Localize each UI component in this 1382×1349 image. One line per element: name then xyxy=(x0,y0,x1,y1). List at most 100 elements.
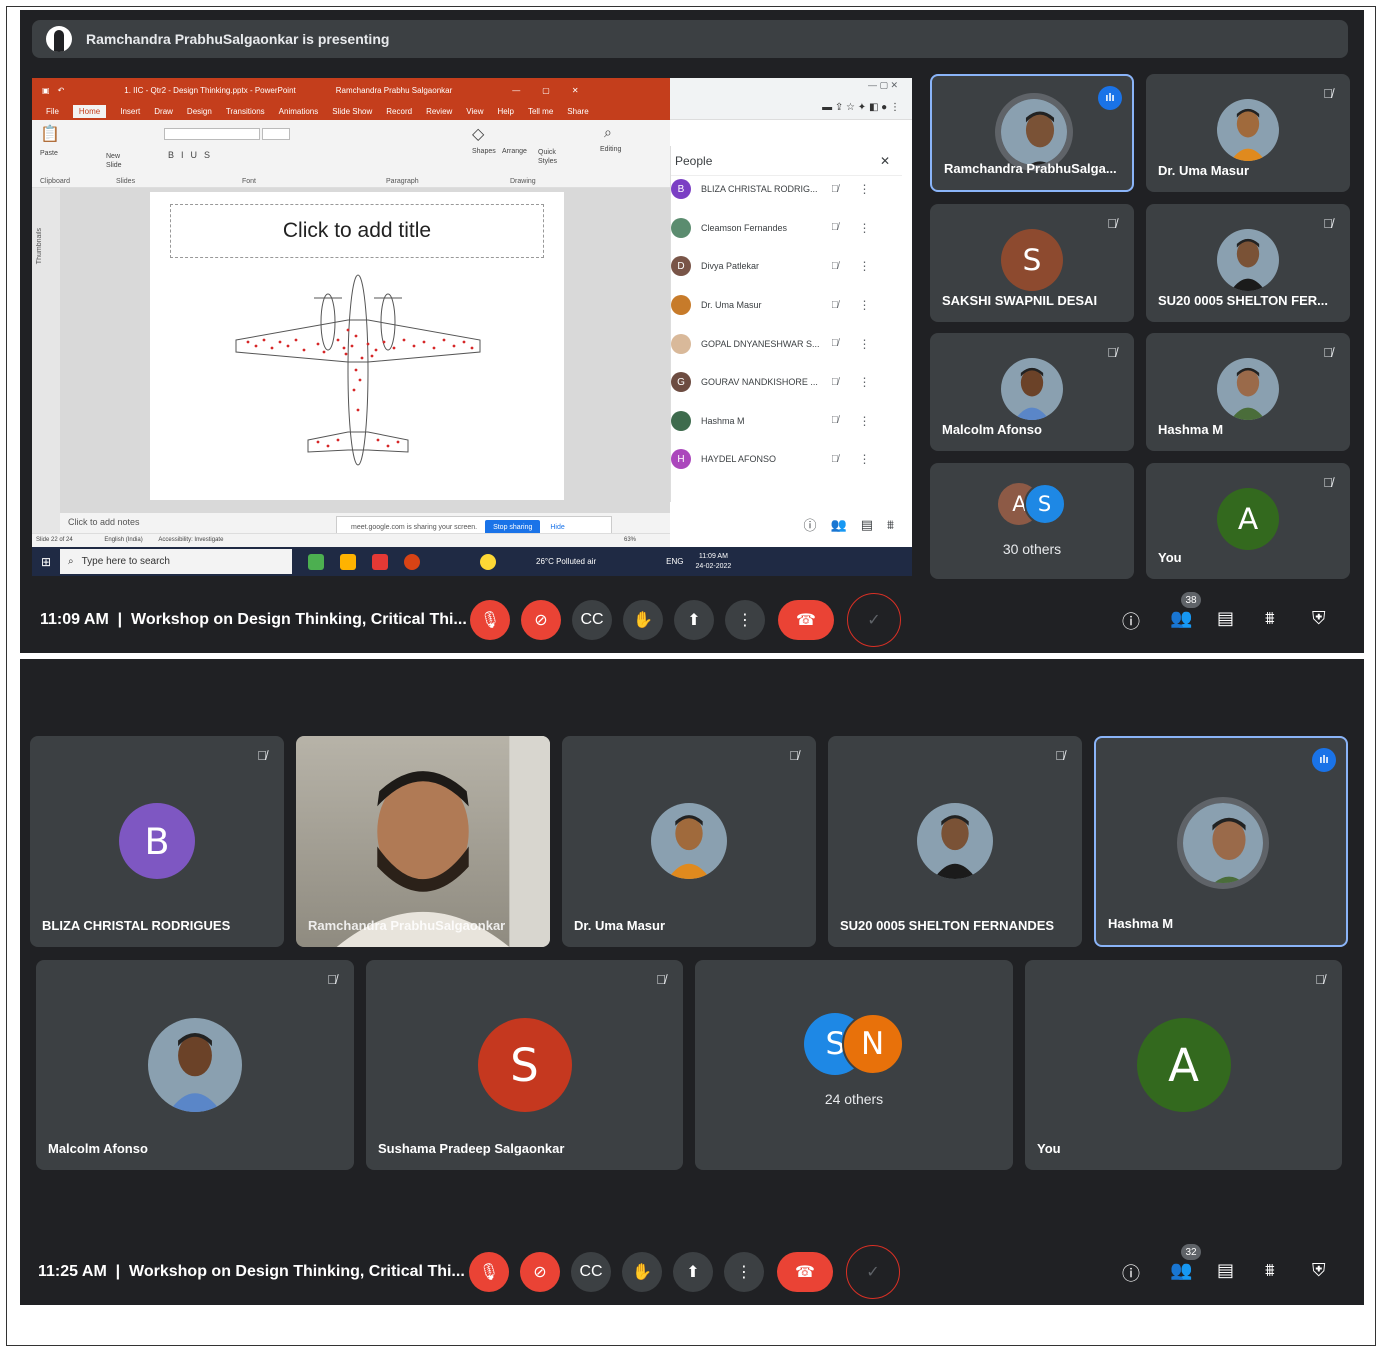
info-icon[interactable]: ⓘ xyxy=(804,515,817,534)
info-icon[interactable]: ⓘ xyxy=(1122,608,1140,634)
weather-widget[interactable]: 26°C Polluted air xyxy=(536,557,596,566)
find-icon[interactable]: ⌕ xyxy=(604,124,612,141)
more-options-icon[interactable]: ⋮ xyxy=(859,182,871,196)
participant-row[interactable]: GOPAL DNYANESHWAR S... 🎙̸ ⋮ xyxy=(671,324,902,363)
participant-tile[interactable]: Ramchandra PrabhuSalga... ılı xyxy=(930,74,1134,192)
minimize-icon[interactable]: — xyxy=(512,86,520,95)
activities-icon[interactable]: ⩩ xyxy=(1265,608,1275,629)
shapes-icon[interactable]: ◇ xyxy=(472,124,484,144)
new-slide-label[interactable]: New Slide xyxy=(106,152,130,170)
menu-slideshow[interactable]: Slide Show xyxy=(332,107,372,116)
present-icon[interactable]: ⬆ xyxy=(674,600,714,640)
slide[interactable]: Click to add title xyxy=(150,192,564,500)
camera-off-icon[interactable]: ⊘ xyxy=(520,1252,560,1292)
help-app-icon[interactable] xyxy=(480,553,496,570)
accessibility-status[interactable]: Accessibility: Investigate xyxy=(158,537,223,543)
chat-icon[interactable]: ▤ xyxy=(1217,608,1234,629)
participant-tile[interactable]: S Sushama Pradeep Salgaonkar 🎙̸ xyxy=(366,960,683,1170)
participant-tile[interactable]: A S 30 others xyxy=(930,463,1134,579)
menu-share[interactable]: Share xyxy=(567,107,588,116)
menu-record[interactable]: Record xyxy=(386,107,412,116)
close-people-icon[interactable]: ✕ xyxy=(880,154,890,168)
participant-row[interactable]: Cleamson Fernandes 🎙̸ ⋮ xyxy=(671,209,902,248)
powerpoint-app-icon[interactable] xyxy=(404,553,420,570)
chrome-app-icon[interactable] xyxy=(308,553,324,570)
mic-off-icon[interactable]: 🎙 xyxy=(469,1252,509,1292)
participant-tile[interactable]: B BLIZA CHRISTAL RODRIGUES 🎙̸ xyxy=(30,736,284,947)
font-name-box[interactable] xyxy=(164,128,260,140)
participant-tile[interactable]: S SAKSHI SWAPNIL DESAI 🎙̸ xyxy=(930,204,1134,322)
camera-off-icon[interactable]: ⊘ xyxy=(521,600,561,640)
menu-transitions[interactable]: Transitions xyxy=(226,107,265,116)
taskbar-clock[interactable]: 11:09 AM 24-02-2022 xyxy=(695,552,731,572)
menu-insert[interactable]: Insert xyxy=(120,107,140,116)
thumbnail-pane[interactable]: Thumbnails xyxy=(32,188,60,533)
participant-row[interactable]: D Divya Patlekar 🎙̸ ⋮ xyxy=(671,247,902,286)
raise-hand-icon[interactable]: ✋ xyxy=(623,600,663,640)
more-icon[interactable]: ⋮ xyxy=(725,600,765,640)
more-options-icon[interactable]: ⋮ xyxy=(859,414,871,428)
host-controls-icon[interactable]: ⛨ xyxy=(1312,1260,1326,1281)
participant-row[interactable]: Hashma M 🎙̸ ⋮ xyxy=(671,402,902,441)
participant-row[interactable]: G GOURAV NANDKISHORE ... 🎙̸ ⋮ xyxy=(671,363,902,402)
participant-tile[interactable]: Hashma M ılı xyxy=(1094,736,1348,947)
zoom-level[interactable]: 63% xyxy=(624,537,636,543)
maximize-icon[interactable]: ▢ xyxy=(542,86,550,95)
office-app-icon[interactable] xyxy=(372,553,388,570)
present-icon[interactable]: ⬆ xyxy=(673,1252,713,1292)
people-icon[interactable]: 👥 xyxy=(1170,1260,1192,1281)
people-icon[interactable]: 👥 xyxy=(831,517,847,533)
menu-design[interactable]: Design xyxy=(187,107,212,116)
font-format-buttons[interactable]: BIUS xyxy=(168,150,217,160)
chat-icon[interactable]: ▤ xyxy=(1217,1260,1234,1281)
participant-tile[interactable]: S N 24 others xyxy=(695,960,1013,1170)
participant-tile[interactable]: Ramchandra PrabhuSalgaonkar xyxy=(296,736,550,947)
menu-home[interactable]: Home xyxy=(72,104,107,118)
participant-row[interactable]: Dr. Uma Masur 🎙̸ ⋮ xyxy=(671,286,902,325)
menu-help[interactable]: Help xyxy=(498,107,514,116)
people-icon[interactable]: 👥 xyxy=(1170,608,1192,629)
info-icon[interactable]: ⓘ xyxy=(1122,1260,1140,1286)
font-size-box[interactable] xyxy=(262,128,290,140)
menu-draw[interactable]: Draw xyxy=(154,107,173,116)
captions-icon[interactable]: CC xyxy=(572,600,612,640)
menu-review[interactable]: Review xyxy=(426,107,452,116)
more-options-icon[interactable]: ⋮ xyxy=(859,375,871,389)
participant-tile[interactable]: Hashma M 🎙̸ xyxy=(1146,333,1350,451)
mic-off-icon[interactable]: 🎙 xyxy=(470,600,510,640)
close-icon[interactable]: ✕ xyxy=(572,86,579,95)
participant-tile[interactable]: SU20 0005 SHELTON FER... 🎙̸ xyxy=(1146,204,1350,322)
taskbar-search[interactable]: ⌕ Type here to search xyxy=(60,549,292,574)
language-status[interactable]: English (India) xyxy=(104,537,142,543)
slide-title-placeholder[interactable]: Click to add title xyxy=(170,204,544,258)
undo-icon[interactable]: ↶ xyxy=(58,86,65,95)
participant-tile[interactable]: SU20 0005 SHELTON FERNANDES 🎙̸ xyxy=(828,736,1082,947)
raise-hand-icon[interactable]: ✋ xyxy=(622,1252,662,1292)
ring-button[interactable]: ✓ xyxy=(846,1245,900,1299)
save-icon[interactable]: ▣ xyxy=(42,86,50,95)
activities-icon[interactable]: ⩩ xyxy=(887,517,894,533)
participant-tile[interactable]: Dr. Uma Masur 🎙̸ xyxy=(562,736,816,947)
end-call-icon[interactable]: ☎ xyxy=(778,600,834,640)
participant-tile[interactable]: Malcolm Afonso 🎙̸ xyxy=(930,333,1134,451)
menu-animations[interactable]: Animations xyxy=(279,107,319,116)
participant-tile[interactable]: Malcolm Afonso 🎙̸ xyxy=(36,960,354,1170)
hide-button[interactable]: Hide xyxy=(550,524,564,531)
menu-tellme[interactable]: Tell me xyxy=(528,107,553,116)
browser-window-controls[interactable]: — ▢ ✕ xyxy=(868,80,898,91)
end-call-icon[interactable]: ☎ xyxy=(777,1252,833,1292)
participant-row[interactable]: H HAYDEL AFONSO 🎙̸ ⋮ xyxy=(671,440,902,479)
explorer-app-icon[interactable] xyxy=(340,553,356,570)
participant-tile[interactable]: A You 🎙̸ xyxy=(1025,960,1342,1170)
windows-start-icon[interactable]: ⊞ xyxy=(32,555,60,569)
menu-view[interactable]: View xyxy=(466,107,483,116)
captions-icon[interactable]: CC xyxy=(571,1252,611,1292)
ring-button[interactable]: ✓ xyxy=(847,593,901,647)
browser-extension-icons[interactable]: ▬ ⇪ ☆ ✦ ◧ ● ⋮ xyxy=(822,102,900,113)
participant-tile[interactable]: Dr. Uma Masur 🎙̸ xyxy=(1146,74,1350,192)
activities-icon[interactable]: ⩩ xyxy=(1265,1260,1275,1281)
more-options-icon[interactable]: ⋮ xyxy=(859,298,871,312)
menu-file[interactable]: File xyxy=(46,107,59,116)
more-options-icon[interactable]: ⋮ xyxy=(859,221,871,235)
more-options-icon[interactable]: ⋮ xyxy=(859,259,871,273)
